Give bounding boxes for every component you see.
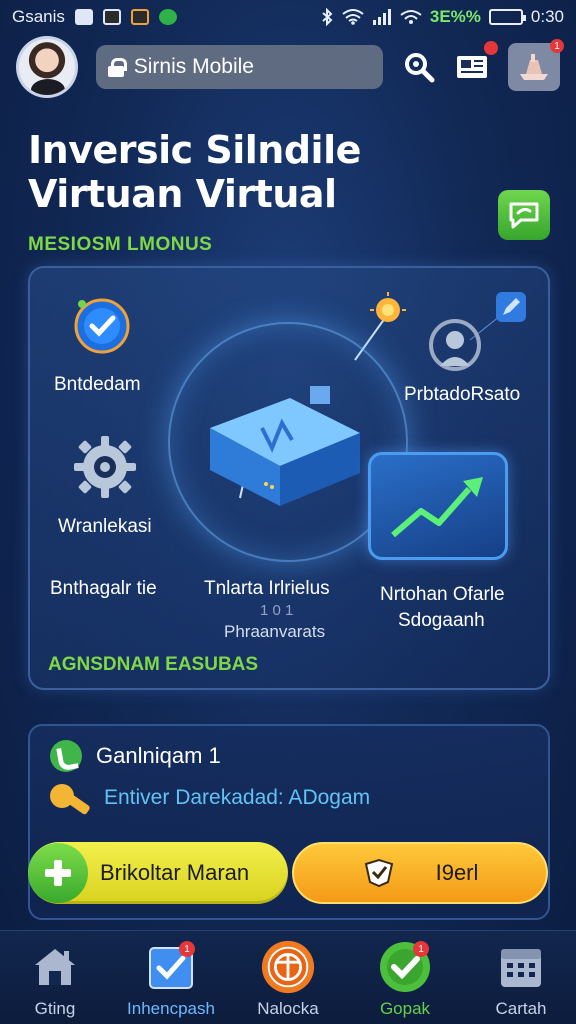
panel-footer-label: AGNSDNAM EASUBAS	[48, 654, 259, 675]
feature-label-center-sub: Phraanvarats	[224, 622, 326, 641]
card-row-call[interactable]: Ganlniqam 1	[50, 740, 221, 772]
person-badge[interactable]	[428, 318, 482, 372]
device-cube-icon	[210, 386, 360, 506]
gear-icon	[74, 436, 136, 498]
pencil-icon	[496, 292, 526, 322]
tab-check[interactable]: 1 Gopak	[350, 939, 460, 1019]
calendar-icon	[493, 939, 549, 995]
checklist-icon: 1	[143, 939, 199, 995]
tab-calendar[interactable]: Cartah	[466, 939, 576, 1019]
feature-label-center-small: 1 0 1	[260, 602, 294, 619]
tab-checklist[interactable]: 1 Inhencpash	[116, 939, 226, 1019]
feature-label-chart-2: Sdogaanh	[398, 610, 485, 631]
feature-label-top-right: PrbtadoRsato	[404, 384, 521, 405]
feature-label-center: Tnlarta Irlrielus	[204, 578, 330, 599]
primary-action-button[interactable]: Brikoltar Maran	[28, 842, 288, 904]
primary-action-label: Brikoltar Maran	[100, 860, 250, 885]
plus-icon	[28, 843, 88, 903]
tab-compass-label: Nalocka	[257, 999, 319, 1018]
growth-chart-card[interactable]	[368, 452, 508, 560]
check-badge: 1	[413, 941, 429, 957]
feature-label-bottom-left: Bnthagalr tie	[50, 578, 157, 599]
feature-label-gear: Wranlekasi	[58, 516, 152, 537]
tab-home-label: Gting	[34, 999, 76, 1018]
feature-label-chart-1: Nrtohan Ofarle	[380, 584, 505, 605]
user-icon	[429, 319, 481, 371]
feature-label-top-left: Bntdedam	[54, 374, 141, 395]
tab-calendar-label: Cartah	[495, 999, 547, 1018]
tab-checklist-label: Inhencpash	[127, 999, 215, 1018]
check-circle-icon: 1	[377, 939, 433, 995]
card-row-key[interactable]: Entiver Darekadad: ADogam	[50, 782, 370, 814]
tab-check-label: Gopak	[379, 999, 431, 1018]
card-row-title: Ganlniqam 1	[96, 743, 221, 768]
bottom-tab-bar: Gting 1 Inhencpash Nalocka 1 Gopak Carta…	[0, 930, 576, 1024]
phone-icon	[50, 740, 82, 772]
tab-home[interactable]: Gting	[0, 939, 110, 1019]
lightbulb-icon	[370, 292, 406, 322]
card-row-subtitle: Entiver Darekadad: ADogam	[104, 786, 371, 809]
gear-badge[interactable]	[72, 434, 138, 500]
secondary-action-button[interactable]: I9erl	[292, 842, 548, 904]
target-check-icon	[74, 298, 130, 354]
pencil-badge[interactable]	[494, 290, 528, 324]
target-check-badge[interactable]	[72, 296, 132, 356]
trend-up-icon	[391, 477, 483, 538]
lightbulb-badge[interactable]	[368, 292, 408, 332]
key-icon	[50, 782, 90, 814]
shield-icon	[364, 858, 393, 888]
home-icon	[27, 939, 83, 995]
tab-compass[interactable]: Nalocka	[233, 939, 343, 1019]
checklist-badge: 1	[179, 941, 195, 957]
compass-icon	[260, 939, 316, 995]
secondary-action-label: I9erl	[435, 860, 479, 885]
virtual-device-illustration[interactable]	[210, 378, 360, 508]
